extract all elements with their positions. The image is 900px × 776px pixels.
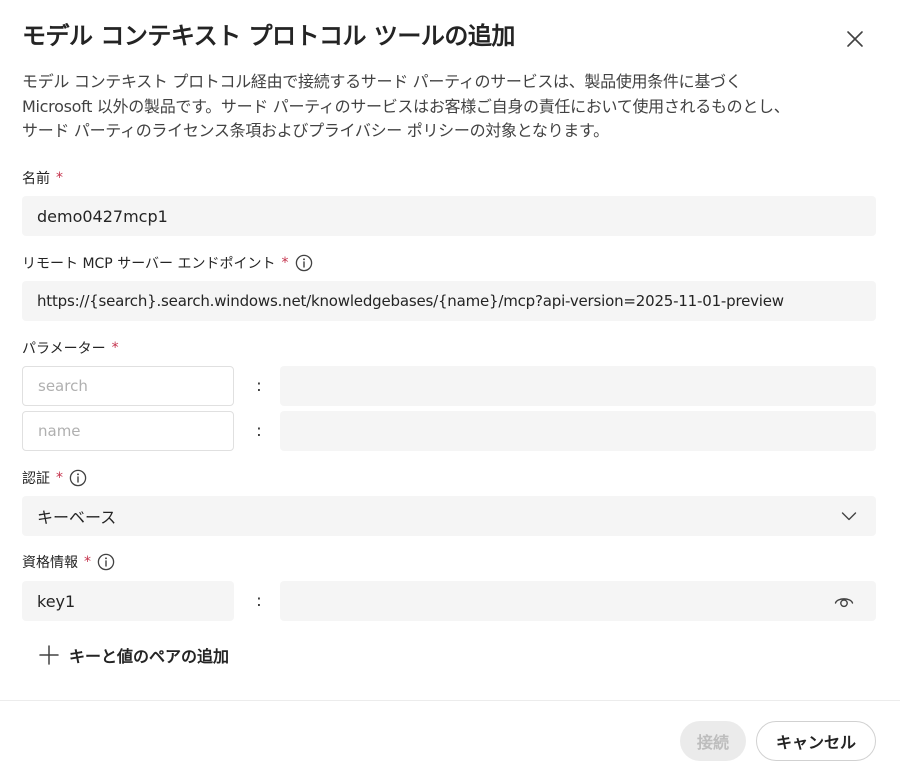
parameter-key-placeholder: name xyxy=(38,422,81,440)
credential-key-value: key1 xyxy=(37,591,76,611)
description-line: モデル コンテキスト プロトコル経由で接続するサード パーティのサービスは、製品… xyxy=(22,72,742,91)
add-pair-label: キーと値のペアの追加 xyxy=(69,647,230,666)
chevron-down-icon xyxy=(841,512,857,521)
description-line: Microsoft 以外の製品です。サード パーティのサービスはお客様ご自身の責… xyxy=(22,96,790,116)
credentials-label: 資格情報 * xyxy=(22,552,115,572)
required-mark: * xyxy=(281,255,289,271)
parameter-key-input-name[interactable]: name xyxy=(22,411,234,451)
auth-label-text: 認証 xyxy=(22,471,50,487)
parameter-separator: : xyxy=(256,376,262,395)
endpoint-input-value: https://{search}.search.windows.net/know… xyxy=(37,292,784,310)
info-icon[interactable] xyxy=(295,254,313,272)
parameter-separator: : xyxy=(256,421,262,440)
name-label: 名前 * xyxy=(22,168,63,188)
credentials-label-text: 資格情報 xyxy=(22,555,78,571)
credential-value-input[interactable] xyxy=(280,581,876,621)
description-line: サード パーティのライセンス条項およびプライバシー ポリシーの対象となります。 xyxy=(22,121,609,140)
parameter-key-placeholder: search xyxy=(38,377,88,395)
info-icon[interactable] xyxy=(97,553,115,571)
parameters-label-text: パラメーター xyxy=(22,341,106,357)
eye-icon xyxy=(834,598,854,608)
close-icon xyxy=(847,31,863,47)
info-icon[interactable] xyxy=(69,469,87,487)
endpoint-label-text: リモート MCP サーバー エンドポイント xyxy=(22,256,276,272)
credential-key-input[interactable]: key1 xyxy=(22,581,234,621)
parameter-value-input-name[interactable] xyxy=(280,411,876,451)
cancel-button[interactable]: キャンセル xyxy=(756,721,876,761)
parameter-value-input-search[interactable] xyxy=(280,366,876,406)
name-label-text: 名前 xyxy=(22,171,50,187)
name-input[interactable]: demo0427mcp1 xyxy=(22,196,876,236)
endpoint-input[interactable]: https://{search}.search.windows.net/know… xyxy=(22,281,876,321)
dialog-title: モデル コンテキスト プロトコル ツールの追加 xyxy=(22,22,515,50)
required-mark: * xyxy=(56,170,63,186)
connect-button-label: 接続 xyxy=(696,733,729,752)
footer-divider xyxy=(0,700,900,701)
credential-separator: : xyxy=(256,591,262,610)
dialog-description: モデル コンテキスト プロトコル経由で接続するサード パーティのサービスは、製品… xyxy=(22,70,882,144)
required-mark: * xyxy=(56,470,63,486)
required-mark: * xyxy=(84,554,91,570)
connect-button[interactable]: 接続 xyxy=(680,721,746,761)
add-mcp-tool-dialog: モデル コンテキスト プロトコル ツールの追加 モデル コンテキスト プロトコル… xyxy=(0,0,900,776)
close-button[interactable] xyxy=(838,22,872,56)
auth-select[interactable]: キーベース xyxy=(22,496,876,536)
plus-icon xyxy=(38,644,60,666)
required-mark: * xyxy=(111,340,119,356)
show-secret-button[interactable] xyxy=(832,589,856,613)
add-key-value-pair-button[interactable]: キーと値のペアの追加 xyxy=(38,643,229,667)
endpoint-label: リモート MCP サーバー エンドポイント * xyxy=(22,253,313,273)
parameter-key-input-search[interactable]: search xyxy=(22,366,234,406)
name-input-value: demo0427mcp1 xyxy=(37,206,168,226)
auth-selected-value: キーベース xyxy=(37,508,117,527)
parameters-label: パラメーター * xyxy=(22,338,119,358)
auth-label: 認証 * xyxy=(22,468,87,488)
cancel-button-label: キャンセル xyxy=(775,733,856,752)
